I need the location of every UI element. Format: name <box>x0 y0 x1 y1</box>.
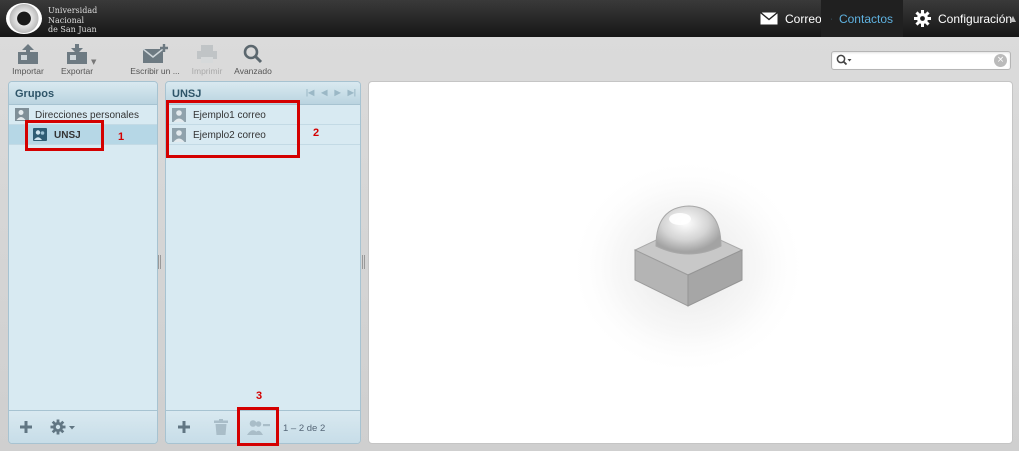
add-group-button[interactable] <box>14 416 38 438</box>
logo-line: de San Juan <box>48 25 97 34</box>
callout-number-1: 1 <box>118 131 125 143</box>
first-page-icon[interactable]: |◀ <box>306 88 314 97</box>
gear-menu-icon <box>50 419 75 435</box>
contact-count: 1 – 2 de 2 <box>283 423 326 434</box>
splitter-handle[interactable] <box>158 255 161 269</box>
logo-line: Nacional <box>48 15 85 25</box>
nav-configuracion[interactable]: Configuración <box>904 0 1019 37</box>
menu-caret-icon[interactable]: ▲ <box>1007 0 1019 37</box>
callout-box-3 <box>237 407 279 446</box>
import-icon <box>18 44 38 64</box>
magnifier-icon <box>243 44 263 64</box>
callout-box-1 <box>25 120 104 151</box>
previous-page-icon[interactable]: ◀ <box>321 88 327 97</box>
gear-icon <box>914 10 931 27</box>
groups-panel-title: Grupos <box>9 82 157 105</box>
compose-mail-icon <box>142 44 168 63</box>
nav-correo[interactable]: Correo <box>750 0 832 37</box>
next-page-icon[interactable]: ▶ <box>334 88 340 97</box>
advanced-label: Avanzado <box>234 66 272 76</box>
delete-contact-button[interactable] <box>209 416 233 438</box>
import-label: Importar <box>12 66 44 76</box>
contact-details-frame <box>368 81 1013 444</box>
last-page-icon[interactable]: ▶| <box>348 88 356 97</box>
clear-search-icon[interactable]: × <box>994 54 1007 67</box>
envelope-icon <box>760 12 778 25</box>
callout-number-2: 2 <box>313 127 320 139</box>
search-options-icon[interactable] <box>836 54 852 67</box>
export-dropdown-icon[interactable]: ▼ <box>91 58 97 66</box>
watermark-image <box>568 157 808 377</box>
export-label: Exportar <box>60 66 94 76</box>
contacts-panel-title: UNSJ <box>172 88 202 100</box>
printer-icon <box>197 45 217 63</box>
search-input[interactable] <box>854 53 994 68</box>
top-bar: Universidad Nacional de San Juan Correo … <box>0 0 1019 37</box>
logo-line: Universidad <box>48 6 98 15</box>
groups-panel-footer <box>9 410 157 443</box>
nav-label: Configuración <box>938 11 1013 26</box>
callout-number-3: 3 <box>256 390 263 402</box>
quick-search: × <box>831 51 1011 70</box>
trash-icon <box>214 419 228 435</box>
plus-icon <box>20 421 32 433</box>
logo-text: Universidad Nacional de San Juan <box>48 6 97 35</box>
advanced-search-button[interactable]: Avanzado <box>218 44 288 76</box>
export-button[interactable]: Exportar <box>42 44 112 76</box>
nav-label: Correo <box>785 11 822 26</box>
group-options-button[interactable] <box>47 416 81 438</box>
pager: |◀ ◀ ▶ ▶| <box>306 88 356 97</box>
person-icon <box>831 18 832 19</box>
callout-box-2 <box>166 100 300 158</box>
export-icon <box>67 44 87 64</box>
university-logo[interactable] <box>6 3 42 34</box>
nav-label: Contactos <box>838 11 893 26</box>
add-contact-button[interactable] <box>172 416 196 438</box>
nav-contactos[interactable]: Contactos <box>821 0 903 37</box>
splitter-handle[interactable] <box>362 255 365 269</box>
plus-icon <box>178 421 190 433</box>
